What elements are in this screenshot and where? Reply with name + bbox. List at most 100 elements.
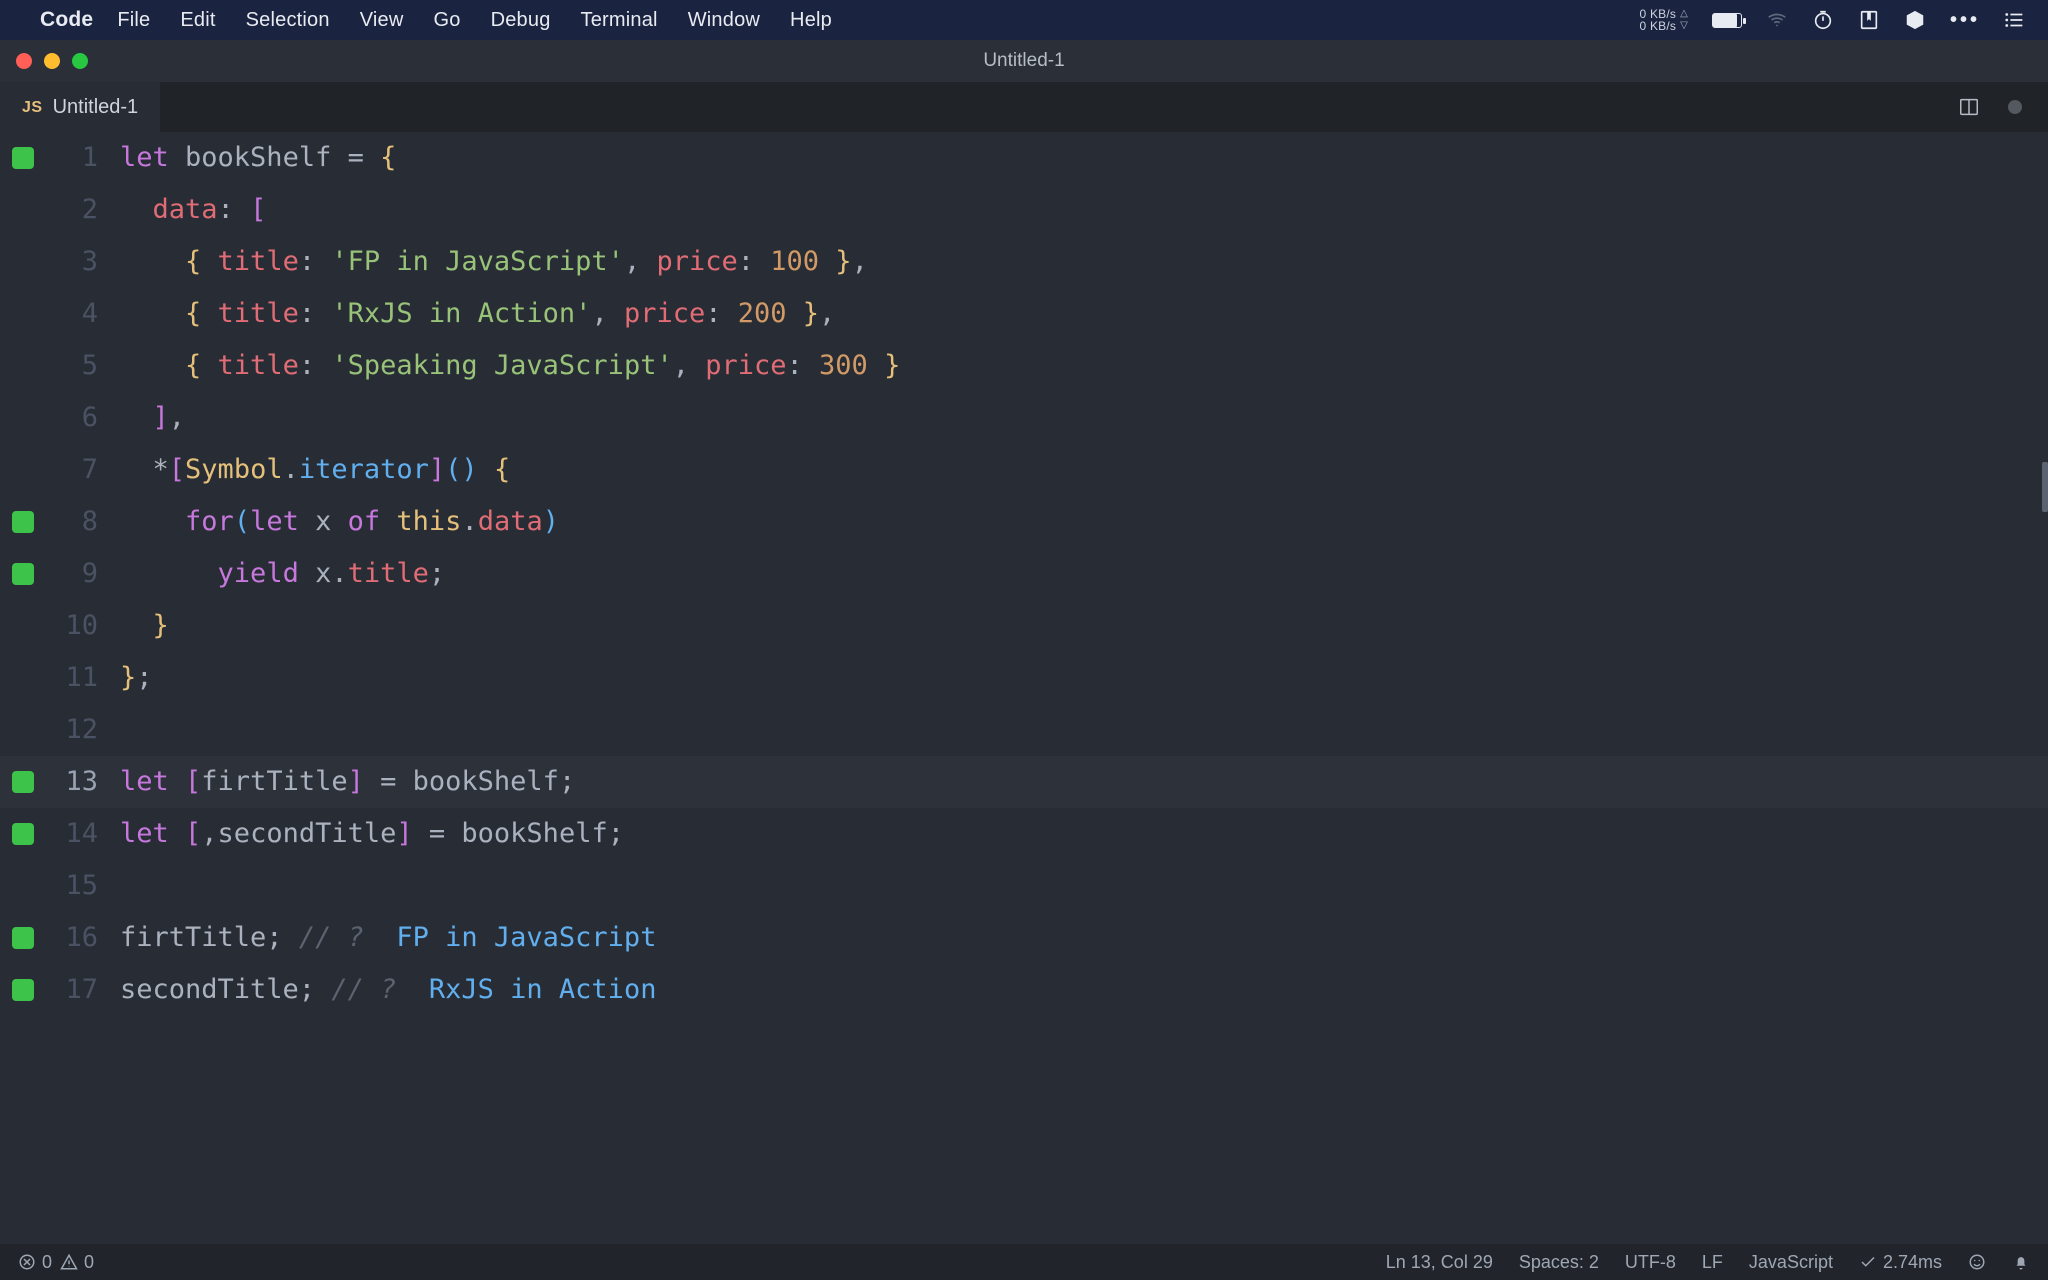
overview-ruler[interactable]	[2042, 462, 2048, 512]
status-encoding[interactable]: UTF-8	[1625, 1252, 1676, 1273]
status-language[interactable]: JavaScript	[1749, 1252, 1833, 1273]
gutter[interactable]: 11	[0, 652, 120, 704]
menu-window[interactable]: Window	[688, 9, 760, 32]
menu-go[interactable]: Go	[433, 9, 460, 32]
code-line[interactable]: 9 yield x.title;	[0, 548, 2048, 600]
gutter[interactable]: 1	[0, 132, 120, 184]
code-content[interactable]: { title: 'RxJS in Action', price: 200 },	[120, 288, 835, 340]
code-content[interactable]: }	[120, 600, 169, 652]
status-cursor[interactable]: Ln 13, Col 29	[1386, 1252, 1493, 1273]
code-line[interactable]: 4 { title: 'RxJS in Action', price: 200 …	[0, 288, 2048, 340]
code-line[interactable]: 12	[0, 704, 2048, 756]
menu-edit[interactable]: Edit	[180, 9, 215, 32]
line-number: 12	[65, 704, 98, 756]
cube-icon[interactable]	[1904, 9, 1926, 31]
editor-tab[interactable]: JS Untitled-1	[0, 82, 160, 132]
code-content[interactable]: *[Symbol.iterator]() {	[120, 444, 510, 496]
menu-file[interactable]: File	[117, 9, 150, 32]
gutter[interactable]: 16	[0, 912, 120, 964]
status-warnings[interactable]: 0	[60, 1252, 94, 1273]
gutter[interactable]: 17	[0, 964, 120, 1016]
line-number: 11	[65, 652, 98, 704]
gutter[interactable]: 2	[0, 184, 120, 236]
tab-filename: Untitled-1	[53, 96, 139, 119]
code-content[interactable]: secondTitle; // ? RxJS in Action	[120, 964, 656, 1016]
window-zoom-button[interactable]	[72, 53, 88, 69]
gutter[interactable]: 7	[0, 444, 120, 496]
code-content[interactable]: for(let x of this.data)	[120, 496, 559, 548]
error-icon	[18, 1253, 36, 1271]
status-indent[interactable]: Spaces: 2	[1519, 1252, 1599, 1273]
code-line[interactable]: 2 data: [	[0, 184, 2048, 236]
window-titlebar[interactable]: Untitled-1	[0, 40, 2048, 82]
menu-view[interactable]: View	[360, 9, 404, 32]
window-minimize-button[interactable]	[44, 53, 60, 69]
code-content[interactable]: };	[120, 652, 153, 704]
gutter-live-marker-icon	[12, 771, 34, 793]
gutter[interactable]: 3	[0, 236, 120, 288]
gutter[interactable]: 4	[0, 288, 120, 340]
gutter-live-marker-icon	[12, 927, 34, 949]
status-errors[interactable]: 0	[18, 1252, 52, 1273]
gutter[interactable]: 13	[0, 756, 120, 808]
menubar-items: File Edit Selection View Go Debug Termin…	[117, 9, 832, 32]
code-line[interactable]: 10 }	[0, 600, 2048, 652]
timer-icon[interactable]	[1812, 9, 1834, 31]
code-content[interactable]: ],	[120, 392, 185, 444]
gutter[interactable]: 6	[0, 392, 120, 444]
menu-help[interactable]: Help	[790, 9, 832, 32]
code-line[interactable]: 13let [firtTitle] = bookShelf;	[0, 756, 2048, 808]
code-editor[interactable]: 1let bookShelf = {2 data: [3 { title: 'F…	[0, 132, 2048, 1244]
code-content[interactable]: yield x.title;	[120, 548, 445, 600]
gutter[interactable]: 12	[0, 704, 120, 756]
bookmark-icon[interactable]	[1858, 9, 1880, 31]
gutter[interactable]: 15	[0, 860, 120, 912]
tray-overflow-icon[interactable]: •••	[1950, 9, 1980, 32]
line-number: 3	[82, 236, 98, 288]
code-line[interactable]: 5 { title: 'Speaking JavaScript', price:…	[0, 340, 2048, 392]
app-name[interactable]: Code	[40, 8, 93, 32]
code-content[interactable]: { title: 'FP in JavaScript', price: 100 …	[120, 236, 868, 288]
menu-selection[interactable]: Selection	[246, 9, 330, 32]
code-content[interactable]: data: [	[120, 184, 266, 236]
line-number: 1	[82, 132, 98, 184]
gutter-live-marker-icon	[12, 147, 34, 169]
code-line[interactable]: 11};	[0, 652, 2048, 704]
menu-debug[interactable]: Debug	[491, 9, 551, 32]
gutter[interactable]: 10	[0, 600, 120, 652]
code-content[interactable]: let [firtTitle] = bookShelf;	[120, 756, 575, 808]
gutter[interactable]: 9	[0, 548, 120, 600]
wifi-icon[interactable]	[1766, 9, 1788, 31]
code-line[interactable]: 3 { title: 'FP in JavaScript', price: 10…	[0, 236, 2048, 288]
code-line[interactable]: 6 ],	[0, 392, 2048, 444]
gutter[interactable]: 5	[0, 340, 120, 392]
javascript-file-icon: JS	[22, 99, 43, 117]
notifications-bell-icon[interactable]	[2012, 1253, 2030, 1271]
status-eol[interactable]: LF	[1702, 1252, 1723, 1273]
code-content[interactable]: let [,secondTitle] = bookShelf;	[120, 808, 624, 860]
code-line[interactable]: 8 for(let x of this.data)	[0, 496, 2048, 548]
code-line[interactable]: 15	[0, 860, 2048, 912]
feedback-smiley-icon[interactable]	[1968, 1253, 1986, 1271]
code-line[interactable]: 17 secondTitle; // ? RxJS in Action	[0, 964, 2048, 1016]
split-editor-icon[interactable]	[1958, 96, 1980, 118]
code-line[interactable]: 16firtTitle; // ? FP in JavaScript	[0, 912, 2048, 964]
code-line[interactable]: 7 *[Symbol.iterator]() {	[0, 444, 2048, 496]
code-line[interactable]: 1 let bookShelf = {	[0, 132, 2048, 184]
window-close-button[interactable]	[16, 53, 32, 69]
code-content[interactable]: { title: 'Speaking JavaScript', price: 3…	[120, 340, 900, 392]
code-content[interactable]: let bookShelf = {	[120, 132, 396, 184]
tab-dirty-indicator-icon[interactable]	[2008, 100, 2022, 114]
line-number: 17	[65, 964, 98, 1016]
line-number: 5	[82, 340, 98, 392]
status-quokka-time[interactable]: 2.74ms	[1859, 1252, 1942, 1273]
code-content[interactable]: firtTitle; // ? FP in JavaScript	[120, 912, 656, 964]
battery-icon[interactable]	[1712, 13, 1742, 28]
gutter[interactable]: 8	[0, 496, 120, 548]
menu-terminal[interactable]: Terminal	[581, 9, 658, 32]
gutter[interactable]: 14	[0, 808, 120, 860]
network-stats-icon[interactable]: 0 KB/s△ 0 KB/s▽	[1640, 8, 1688, 32]
line-number: 2	[82, 184, 98, 236]
code-line[interactable]: 14let [,secondTitle] = bookShelf;	[0, 808, 2048, 860]
list-icon[interactable]	[2004, 9, 2026, 31]
